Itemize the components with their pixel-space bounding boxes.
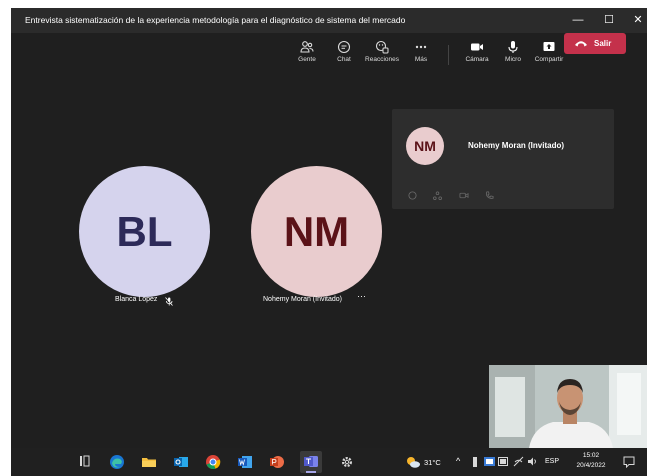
card-org-icon[interactable] xyxy=(433,187,443,205)
weather-temperature[interactable]: 31°C xyxy=(424,458,441,467)
input-language[interactable]: ESP xyxy=(545,458,559,465)
weather-icon[interactable] xyxy=(405,455,421,469)
clock-date: 20/4/2022 xyxy=(576,462,606,469)
participant-hover-card: NM Nohemy Moran (Invitado) xyxy=(392,109,614,209)
clock-time: 15:02 xyxy=(582,452,600,459)
notification-center-icon[interactable] xyxy=(623,456,635,468)
people-icon xyxy=(300,41,314,53)
chat-button[interactable]: Chat xyxy=(324,37,364,71)
share-label: Compartir xyxy=(534,56,564,63)
leave-label: Salir xyxy=(594,39,612,48)
share-screen-icon xyxy=(543,42,555,51)
card-call-icon[interactable] xyxy=(485,187,494,205)
participant-name-nm: Nohemy Moran (Invitado) xyxy=(263,296,342,303)
network-icon[interactable] xyxy=(513,456,524,467)
powerpoint-icon[interactable] xyxy=(269,454,285,470)
card-video-icon[interactable] xyxy=(459,187,469,205)
usb-icon[interactable] xyxy=(472,457,478,467)
card-name: Nohemy Moran (Invitado) xyxy=(468,141,565,150)
minimize-button[interactable]: — xyxy=(563,8,593,33)
leave-meeting-button[interactable]: Salir xyxy=(564,33,626,54)
participant-name-bl: Blanca Lopez xyxy=(115,296,158,303)
volume-icon[interactable] xyxy=(527,456,538,467)
people-button[interactable]: Gente xyxy=(287,37,327,71)
microphone-icon xyxy=(508,41,518,53)
settings-gear-icon[interactable] xyxy=(339,454,355,470)
mic-button[interactable]: Micro xyxy=(493,37,533,71)
participant-avatar-nm: NM xyxy=(251,166,382,297)
outlook-icon[interactable] xyxy=(173,454,189,470)
file-explorer-icon[interactable] xyxy=(141,454,157,470)
taskbar-clock[interactable]: 15:02 20/4/2022 xyxy=(573,451,609,471)
chrome-icon[interactable] xyxy=(205,454,221,470)
meeting-toolbar: Gente Chat Reacciones Más Cámara Micro C… xyxy=(11,33,647,75)
task-view-icon[interactable] xyxy=(79,454,90,468)
card-actions xyxy=(408,187,506,205)
reactions-label: Reacciones xyxy=(365,56,399,63)
more-icon xyxy=(415,45,427,49)
camera-icon xyxy=(471,43,483,51)
meeting-stage: BL NM Blanca Lopez Nohemy Moran (Invitad… xyxy=(11,75,647,448)
teams-icon[interactable] xyxy=(300,451,322,473)
more-button[interactable]: Más xyxy=(401,37,441,71)
share-button[interactable]: Compartir xyxy=(529,37,569,71)
maximize-button[interactable]: ☐ xyxy=(594,8,624,33)
reactions-button[interactable]: Reacciones xyxy=(362,37,402,71)
self-video-preview xyxy=(489,365,647,448)
card-chat-icon[interactable] xyxy=(408,187,417,205)
camera-button[interactable]: Cámara xyxy=(457,37,497,71)
participant-avatar-bl: BL xyxy=(79,166,210,297)
teams-window: Entrevista sistematización de la experie… xyxy=(11,8,647,476)
tray-app-icon[interactable] xyxy=(484,456,495,467)
close-button[interactable]: ✕ xyxy=(623,8,647,33)
chat-icon xyxy=(337,40,351,54)
reactions-icon xyxy=(375,40,389,54)
participant-more-options[interactable]: ··· xyxy=(357,291,366,301)
toolbar-divider xyxy=(448,45,449,65)
camera-label: Cámara xyxy=(465,56,489,63)
word-icon[interactable] xyxy=(237,454,253,470)
card-avatar: NM xyxy=(406,127,444,165)
hang-up-icon xyxy=(575,41,587,47)
window-title: Entrevista sistematización de la experie… xyxy=(25,15,406,25)
mic-label: Micro xyxy=(505,56,521,63)
people-label: Gente xyxy=(298,56,316,63)
tray-expand-icon[interactable]: ^ xyxy=(456,456,460,466)
battery-icon[interactable] xyxy=(498,457,509,466)
title-bar: Entrevista sistematización de la experie… xyxy=(11,8,647,33)
more-label: Más xyxy=(414,56,428,63)
edge-browser-icon[interactable] xyxy=(109,454,125,470)
mic-off-icon xyxy=(165,293,173,311)
chat-label: Chat xyxy=(337,56,351,63)
windows-taskbar: 31°C ^ ESP 15:02 20/4/2022 xyxy=(11,448,647,476)
